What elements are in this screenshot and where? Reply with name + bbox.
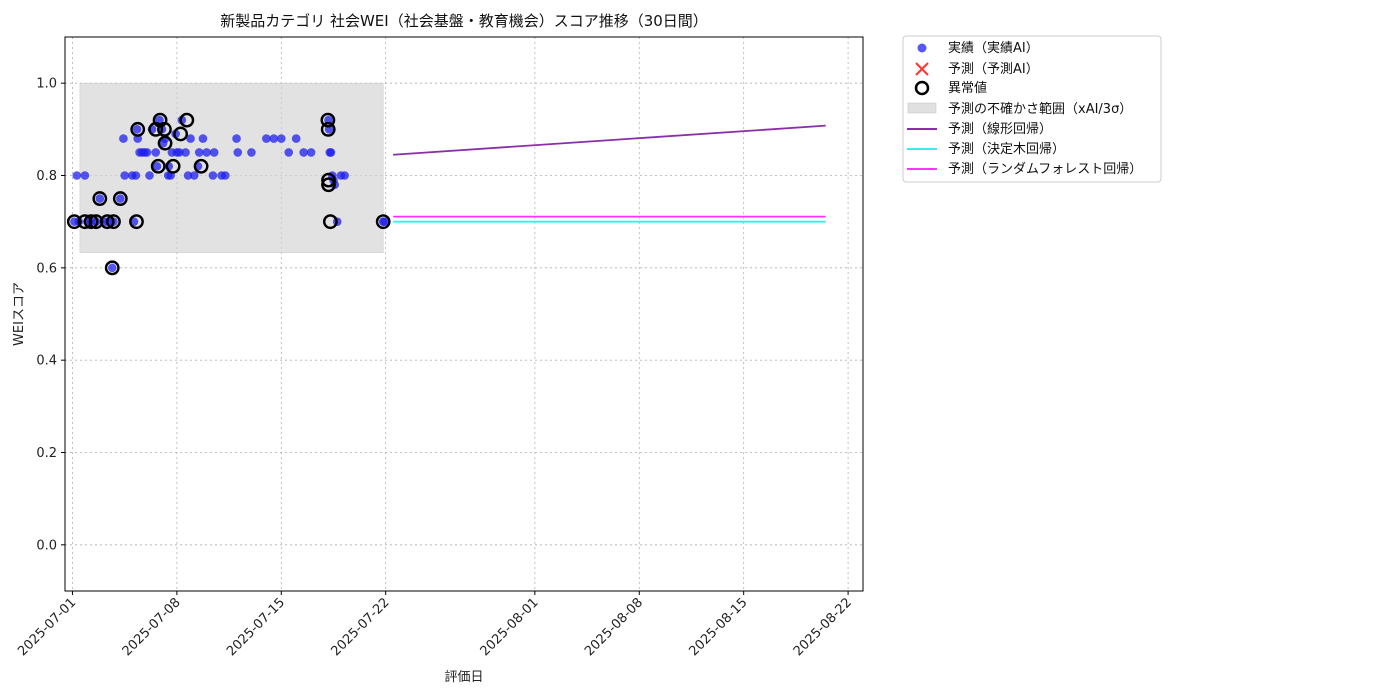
chart-title: 新製品カテゴリ 社会WEI（社会基盤・教育機会）スコア推移（30日間） <box>220 12 708 30</box>
actual-point <box>181 148 190 157</box>
actual-point <box>72 171 82 180</box>
linear-regression-line <box>393 124 826 156</box>
actual-point <box>340 171 349 180</box>
actual-point <box>119 134 128 143</box>
actual-point <box>194 148 204 157</box>
actual-point <box>269 134 279 143</box>
actual-point <box>202 148 212 157</box>
x-tick-label: 2025-07-22 <box>328 595 392 659</box>
actual-point <box>221 171 230 180</box>
y-tick-label: 0.0 <box>36 538 57 553</box>
actual-point <box>142 148 152 157</box>
y-tick-label: 0.2 <box>36 446 57 461</box>
y-tick-label: 0.4 <box>36 354 57 369</box>
chart-root: 新製品カテゴリ 社会WEI（社会基盤・教育機会）スコア推移（30日間） 0.00… <box>12 12 1162 685</box>
legend-label-forest: 予測（ランダムフォレスト回帰） <box>948 161 1142 177</box>
legend-label-linear: 予測（線形回帰） <box>948 121 1052 137</box>
legend-label-actual: 実績（実績AI） <box>948 40 1039 56</box>
actual-point <box>198 134 208 143</box>
actual-point <box>247 148 256 157</box>
actual-point <box>132 125 142 134</box>
y-axis-title: WEIスコア <box>12 282 27 346</box>
legend-label-band: 予測の不確かさ範囲（xAI/3σ） <box>948 101 1132 117</box>
actual-point <box>120 171 129 180</box>
actual-point <box>276 134 286 143</box>
legend: 実績（実績AI） 予測（予測AI） 異常値 予測の不確かさ範囲（xAI/3σ） … <box>902 35 1162 183</box>
actual-point <box>131 171 141 180</box>
y-tick-label: 0.8 <box>36 169 57 184</box>
x-tick-label: 2025-07-01 <box>15 595 79 659</box>
legend-swatch-band <box>907 102 937 114</box>
actual-point <box>299 148 308 157</box>
actual-point <box>95 194 105 203</box>
legend-label-anomaly: 異常値 <box>948 80 987 96</box>
actual-point <box>145 171 154 180</box>
x-tick-label: 2025-07-15 <box>224 595 288 659</box>
y-tick-label: 0.6 <box>36 261 57 276</box>
x-tick-label: 2025-08-08 <box>582 595 646 659</box>
x-axis-ticks: 2025-07-01 2025-07-08 2025-07-15 2025-07-22… <box>15 591 855 659</box>
x-tick-label: 2025-08-15 <box>686 595 750 659</box>
actual-point <box>80 171 90 180</box>
actual-point <box>208 171 218 180</box>
actual-point <box>233 148 243 157</box>
actual-point <box>291 134 301 143</box>
actual-point <box>306 148 316 157</box>
legend-label-predicted: 予測（予測AI） <box>948 62 1039 77</box>
y-tick-label: 1.0 <box>36 77 57 92</box>
actual-point <box>262 134 271 143</box>
prediction-lines-layer <box>393 124 826 223</box>
actual-point <box>326 148 336 157</box>
x-tick-label: 2025-08-01 <box>478 595 542 659</box>
actual-point <box>107 263 117 273</box>
uncertainty-band-layer <box>79 82 384 253</box>
uncertainty-band <box>79 82 384 253</box>
actual-point <box>232 134 241 143</box>
actual-point <box>284 148 294 157</box>
legend-label-tree: 予測（決定木回帰） <box>948 141 1065 157</box>
y-axis-ticks: 0.0 0.2 0.4 0.6 0.8 1.0 <box>36 77 65 553</box>
actual-point <box>151 148 161 157</box>
x-tick-label: 2025-07-08 <box>120 595 184 659</box>
legend-swatch-actual <box>917 43 927 53</box>
actual-point <box>209 148 219 157</box>
x-axis-title: 評価日 <box>444 670 483 685</box>
actual-point <box>116 194 125 203</box>
x-tick-label: 2025-08-22 <box>791 595 855 659</box>
